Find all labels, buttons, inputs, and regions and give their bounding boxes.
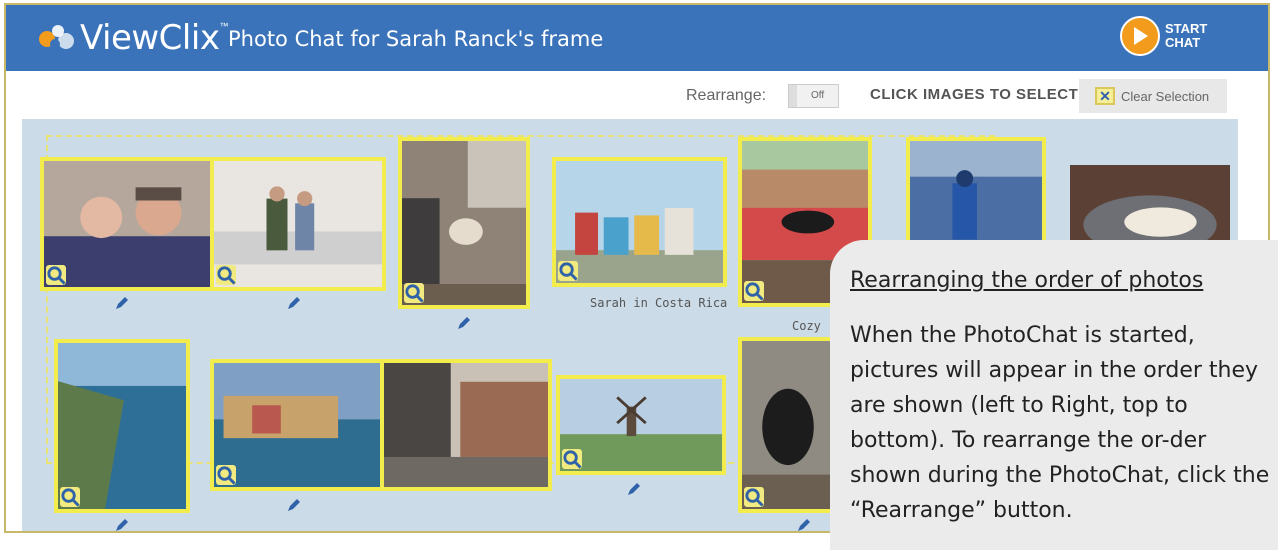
zoom-icon[interactable]	[744, 281, 764, 301]
help-callout: Rearranging the order of photos When the…	[830, 240, 1278, 550]
toolbar: Rearrange: Off CLICK IMAGES TO SELECT ✕ …	[6, 71, 1268, 119]
edit-pencil-icon[interactable]	[456, 315, 472, 331]
start-chat-label: START CHAT	[1165, 21, 1208, 50]
photo-windmills[interactable]	[556, 375, 726, 475]
zoom-icon[interactable]	[562, 449, 582, 469]
edit-pencil-icon[interactable]	[796, 517, 812, 533]
play-icon	[1120, 16, 1160, 56]
zoom-icon[interactable]	[744, 487, 764, 507]
photo-couple-selfie[interactable]	[40, 157, 214, 291]
photo-old-town-street[interactable]	[380, 359, 552, 491]
help-callout-title: Rearranging the order of photos	[850, 268, 1204, 293]
photo-coastline[interactable]	[54, 339, 190, 513]
zoom-icon[interactable]	[216, 265, 236, 285]
zoom-icon[interactable]	[60, 487, 80, 507]
close-icon: ✕	[1095, 87, 1115, 105]
photo-dog-on-floor[interactable]	[398, 137, 530, 309]
select-instruction: CLICK IMAGES TO SELECT	[870, 86, 1079, 103]
zoom-icon[interactable]	[404, 283, 424, 303]
edit-pencil-icon[interactable]	[286, 295, 302, 311]
toggle-knob	[789, 85, 797, 107]
edit-pencil-icon[interactable]	[114, 295, 130, 311]
help-callout-body: When the PhotoChat is started, pictures …	[850, 323, 1270, 523]
start-chat-button[interactable]: START CHAT	[1120, 16, 1207, 56]
photo-black-dog[interactable]	[738, 337, 838, 513]
photo-colorful-village[interactable]	[210, 359, 386, 491]
photo-caption: Cozy	[792, 319, 821, 333]
edit-pencil-icon[interactable]	[626, 481, 642, 497]
viewclix-logo: ViewClix ™	[36, 18, 228, 58]
rearrange-label: Rearrange:	[686, 87, 767, 104]
page-title: Photo Chat for Sarah Ranck's frame	[228, 27, 604, 51]
edit-pencil-icon[interactable]	[114, 517, 130, 533]
zoom-icon[interactable]	[216, 465, 236, 485]
clear-selection-button[interactable]: ✕ Clear Selection	[1079, 79, 1227, 113]
rearrange-toggle[interactable]: Off	[788, 84, 839, 108]
toggle-state-text: Off	[811, 90, 825, 101]
logo-text: ViewClix	[80, 18, 220, 58]
photo-caption: Sarah in Costa Rica	[590, 296, 728, 310]
viewclix-logo-icon	[36, 21, 78, 55]
clear-selection-label: Clear Selection	[1121, 88, 1210, 104]
photo-jaco-sign[interactable]	[552, 157, 727, 287]
photo-couple-on-couch[interactable]	[210, 157, 386, 291]
edit-pencil-icon[interactable]	[286, 497, 302, 513]
zoom-icon[interactable]	[46, 265, 66, 285]
zoom-icon[interactable]	[558, 261, 578, 281]
header-bar: ViewClix ™ Photo Chat for Sarah Ranck's …	[6, 5, 1268, 71]
